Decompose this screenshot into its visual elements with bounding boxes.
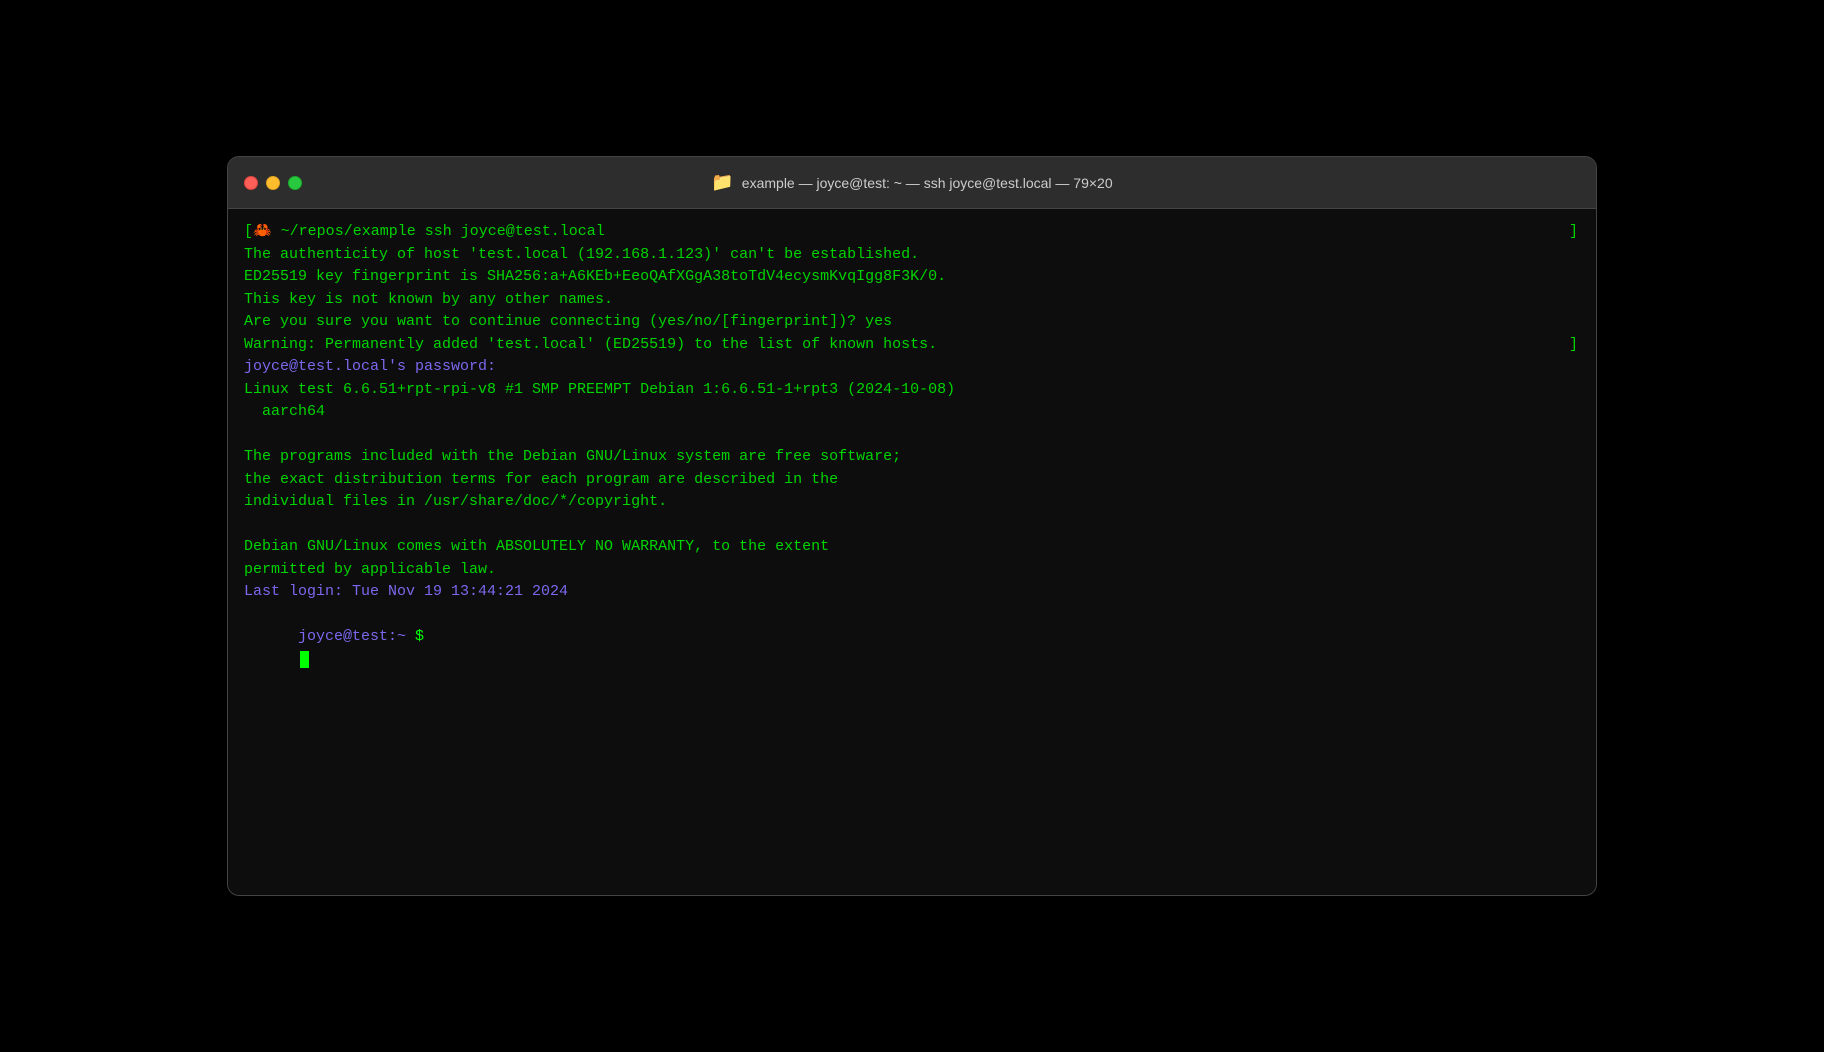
terminal-line: The authenticity of host 'test.local (19… <box>244 244 1580 267</box>
terminal-line: Last login: Tue Nov 19 13:44:21 2024 <box>244 581 1580 604</box>
terminal-line: This key is not known by any other names… <box>244 289 1580 312</box>
terminal-line: Linux test 6.6.51+rpt-rpi-v8 #1 SMP PREE… <box>244 379 1580 402</box>
terminal-body[interactable]: [🦀 ~/repos/example ssh joyce@test.local … <box>228 209 1596 895</box>
terminal-line: Warning: Permanently added 'test.local' … <box>244 334 1580 357</box>
terminal-line: individual files in /usr/share/doc/*/cop… <box>244 491 1580 514</box>
folder-icon: 📁 <box>711 172 733 193</box>
terminal-line: Debian GNU/Linux comes with ABSOLUTELY N… <box>244 536 1580 559</box>
right-bracket: ] <box>1569 221 1580 244</box>
traffic-lights <box>244 176 302 190</box>
terminal-text: [🦀 ~/repos/example ssh joyce@test.local <box>244 221 1569 244</box>
window-title: example — joyce@test: ~ — ssh joyce@test… <box>742 175 1113 191</box>
terminal-text: Warning: Permanently added 'test.local' … <box>244 334 1569 357</box>
terminal-line: aarch64 <box>244 401 1580 424</box>
terminal-window: 📁 example — joyce@test: ~ — ssh joyce@te… <box>227 156 1597 896</box>
terminal-line-empty <box>244 424 1580 447</box>
titlebar-center: 📁 example — joyce@test: ~ — ssh joyce@te… <box>711 172 1112 193</box>
terminal-prompt-line: joyce@test:~ $ <box>244 604 1580 694</box>
terminal-line: permitted by applicable law. <box>244 559 1580 582</box>
terminal-cursor[interactable] <box>300 651 309 668</box>
terminal-line: joyce@test.local's password: <box>244 356 1580 379</box>
terminal-line: ED25519 key fingerprint is SHA256:a+A6KE… <box>244 266 1580 289</box>
titlebar: 📁 example — joyce@test: ~ — ssh joyce@te… <box>228 157 1596 209</box>
terminal-line: Are you sure you want to continue connec… <box>244 311 1580 334</box>
terminal-prompt-user: joyce@test:~ <box>298 628 415 645</box>
terminal-prompt-symbol: $ <box>415 628 424 645</box>
maximize-button[interactable] <box>288 176 302 190</box>
right-bracket: ] <box>1569 334 1580 357</box>
terminal-line: the exact distribution terms for each pr… <box>244 469 1580 492</box>
terminal-line: [🦀 ~/repos/example ssh joyce@test.local … <box>244 221 1580 244</box>
terminal-line: The programs included with the Debian GN… <box>244 446 1580 469</box>
terminal-line-empty <box>244 514 1580 537</box>
minimize-button[interactable] <box>266 176 280 190</box>
close-button[interactable] <box>244 176 258 190</box>
